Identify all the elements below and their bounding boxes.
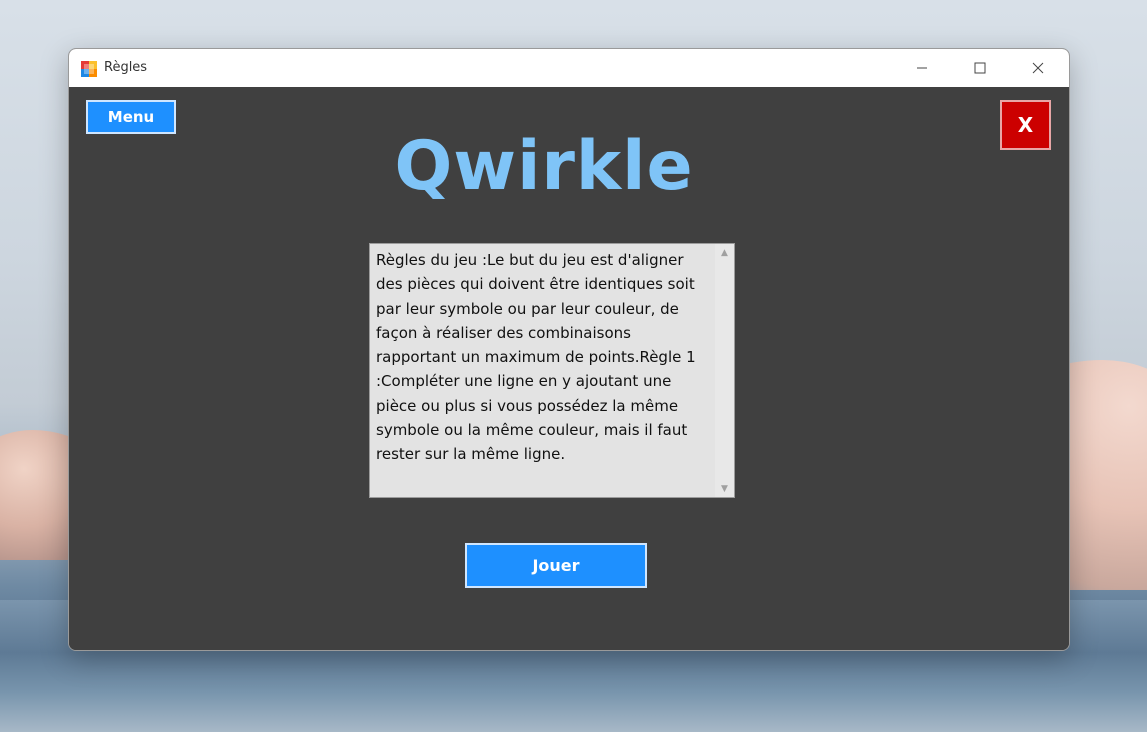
close-rules-button[interactable]: X	[1000, 100, 1051, 150]
play-button[interactable]: Jouer	[465, 543, 647, 588]
title-bar[interactable]: Règles	[69, 49, 1069, 87]
maximize-icon	[974, 62, 986, 74]
scroll-down-arrow-icon[interactable]: ▼	[715, 480, 734, 497]
minimize-icon	[917, 67, 927, 69]
rules-text: Règles du jeu :Le but du jeu est d'align…	[376, 251, 696, 464]
window-title: Règles	[104, 60, 148, 75]
maximize-button[interactable]	[951, 49, 1009, 87]
desktop-wallpaper: Règles Menu X Qwirkle Règles du jeu:Le …	[0, 0, 1147, 732]
menu-button[interactable]: Menu	[86, 100, 176, 134]
window-content: Menu X Qwirkle Règles du jeu :Le but du …	[69, 87, 1069, 650]
close-icon	[1032, 62, 1044, 74]
app-icon	[81, 61, 97, 77]
rules-scrollbar[interactable]: ▲ ▼	[715, 244, 734, 497]
qwirkle-logo: Qwirkle	[394, 127, 694, 206]
rules-window: Règles Menu X Qwirkle Règles du jeu:Le …	[68, 48, 1070, 651]
scroll-up-arrow-icon[interactable]: ▲	[715, 244, 734, 261]
minimize-button[interactable]	[893, 49, 951, 87]
rules-textbox[interactable]: Règles du jeu :Le but du jeu est d'align…	[369, 243, 735, 498]
window-close-button[interactable]	[1009, 49, 1067, 87]
